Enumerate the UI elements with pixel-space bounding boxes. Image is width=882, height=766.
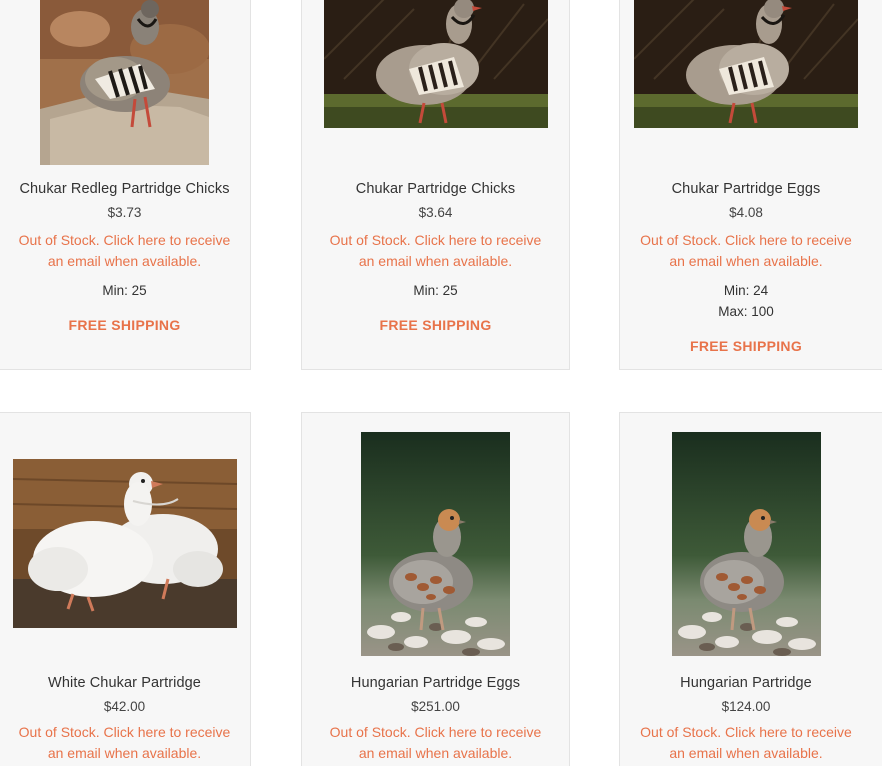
- max-quantity: Max: 100: [718, 304, 774, 319]
- stock-text-line: Out of Stock. Click here to receive: [18, 724, 231, 740]
- product-price: $3.64: [418, 205, 453, 220]
- product-image[interactable]: [12, 459, 237, 628]
- stock-text-line: Out of Stock. Click here to receive: [640, 232, 852, 248]
- stock-text-line: an email when available.: [358, 253, 513, 269]
- product-card: White Chukar Partridge $42.00 Out of Sto…: [0, 412, 251, 766]
- product-card: Chukar Partridge Eggs $4.08 Out of Stock…: [619, 0, 882, 370]
- stock-text-line: an email when available.: [669, 745, 823, 761]
- product-card: Hungarian Partridge Eggs $251.00 Out of …: [301, 412, 570, 766]
- product-title[interactable]: Chukar Partridge Chicks: [302, 181, 569, 197]
- min-quantity: Min: 24: [723, 283, 769, 298]
- out-of-stock-notify-link[interactable]: Out of Stock. Click here to receive an e…: [302, 230, 569, 272]
- product-card: Chukar Redleg Partridge Chicks $3.73 Out…: [0, 0, 251, 370]
- product-card: Chukar Partridge Chicks $3.64 Out of Sto…: [301, 0, 570, 370]
- stock-text-line: an email when available.: [358, 745, 513, 761]
- product-title[interactable]: Hungarian Partridge: [604, 675, 882, 691]
- product-price: $251.00: [411, 699, 460, 714]
- min-quantity: Min: 25: [102, 283, 147, 298]
- min-quantity: Min: 25: [413, 283, 458, 298]
- product-image[interactable]: [323, 0, 548, 128]
- stock-text-line: Out of Stock. Click here to receive: [640, 724, 852, 740]
- stock-text-line: an email when available.: [47, 253, 202, 269]
- out-of-stock-notify-link[interactable]: Out of Stock. Click here to receive an e…: [604, 230, 882, 272]
- stock-text-line: Out of Stock. Click here to receive: [18, 232, 231, 248]
- product-price: $3.73: [107, 205, 142, 220]
- stock-text-line: an email when available.: [47, 745, 202, 761]
- out-of-stock-notify-link[interactable]: Out of Stock. Click here to receive an e…: [0, 230, 250, 272]
- stock-text-line: Out of Stock. Click here to receive: [329, 724, 542, 740]
- product-image[interactable]: [361, 432, 510, 656]
- product-image[interactable]: [634, 0, 858, 128]
- free-shipping-label: FREE SHIPPING: [689, 338, 803, 354]
- product-price: $124.00: [721, 699, 771, 714]
- product-grid: Chukar Redleg Partridge Chicks $3.73 Out…: [0, 0, 882, 766]
- product-image[interactable]: [671, 432, 821, 656]
- product-card: Hungarian Partridge $124.00 Out of Stock…: [619, 412, 882, 766]
- product-title[interactable]: White Chukar Partridge: [0, 675, 250, 691]
- product-title[interactable]: Chukar Partridge Eggs: [604, 181, 882, 197]
- product-title[interactable]: Hungarian Partridge Eggs: [302, 675, 569, 691]
- product-image[interactable]: [40, 0, 209, 165]
- out-of-stock-notify-link[interactable]: Out of Stock. Click here to receive an e…: [0, 722, 250, 764]
- product-price: $42.00: [103, 699, 146, 714]
- out-of-stock-notify-link[interactable]: Out of Stock. Click here to receive an e…: [604, 722, 882, 764]
- free-shipping-label: FREE SHIPPING: [379, 317, 492, 333]
- product-title[interactable]: Chukar Redleg Partridge Chicks: [0, 181, 250, 197]
- product-price: $4.08: [729, 205, 763, 220]
- stock-text-line: Out of Stock. Click here to receive: [329, 232, 542, 248]
- free-shipping-label: FREE SHIPPING: [68, 317, 181, 333]
- out-of-stock-notify-link[interactable]: Out of Stock. Click here to receive an e…: [302, 722, 569, 764]
- stock-text-line: an email when available.: [669, 253, 823, 269]
